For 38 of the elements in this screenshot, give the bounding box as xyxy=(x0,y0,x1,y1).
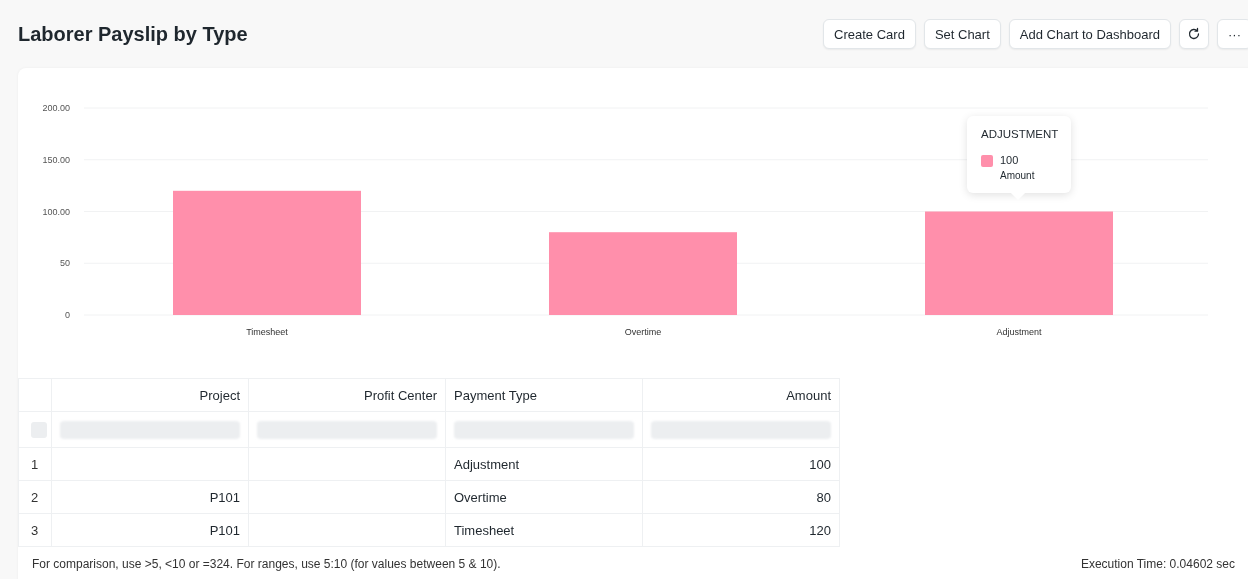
refresh-icon xyxy=(1187,27,1201,41)
table-cell: 120 xyxy=(642,513,840,547)
table-cell: Adjustment xyxy=(445,447,643,481)
tooltip-value: 100 xyxy=(1000,154,1020,166)
row-number: 3 xyxy=(18,513,52,547)
axis-tick-label: 200.00 xyxy=(42,103,70,113)
bar[interactable] xyxy=(925,211,1113,315)
refresh-button[interactable] xyxy=(1179,19,1209,49)
row-number: 1 xyxy=(18,447,52,481)
category-label: Adjustment xyxy=(996,327,1042,337)
bar[interactable] xyxy=(549,232,737,315)
column-header[interactable]: Profit Center xyxy=(248,378,446,412)
category-label: Timesheet xyxy=(246,327,288,337)
bar[interactable] xyxy=(173,190,361,315)
axis-tick-label: 100.00 xyxy=(42,206,70,217)
toolbar-button[interactable]: Set Chart xyxy=(923,19,1001,49)
category-label: Overtime xyxy=(624,327,662,337)
toolbar-button[interactable]: ··· xyxy=(1217,19,1248,49)
table-cell: P101 xyxy=(51,513,249,547)
axis-tick-label: 0 xyxy=(65,310,70,320)
column-header[interactable]: Amount xyxy=(642,378,840,412)
tooltip-series: Amount xyxy=(1000,170,1035,181)
toolbar-button[interactable]: Create Card xyxy=(823,19,916,49)
execution-time: Execution Time: 0.04602 sec xyxy=(1080,557,1235,571)
report-title: Laborer Payslip by Type xyxy=(18,22,248,46)
table-cell: Overtime xyxy=(445,480,643,514)
column-header[interactable]: Payment Type xyxy=(445,378,643,412)
table-cell: 100 xyxy=(642,447,840,481)
table-cell: 80 xyxy=(642,480,840,514)
toolbar-button[interactable]: Add Chart to Dashboard xyxy=(1008,19,1171,49)
tooltip-title: ADJUSTMENT xyxy=(981,128,1057,140)
column-header[interactable]: Project xyxy=(51,378,249,412)
axis-tick-label: 150.00 xyxy=(42,154,70,165)
table-cell: Timesheet xyxy=(445,513,643,547)
axis-tick-label: 50 xyxy=(60,258,70,269)
filter-hint: For comparison, use >5, <10 or =324. For ranges, use 5:10 (for values between 5 & 10). xyxy=(32,557,501,571)
row-number: 2 xyxy=(18,480,52,514)
table-cell: P101 xyxy=(51,480,249,514)
